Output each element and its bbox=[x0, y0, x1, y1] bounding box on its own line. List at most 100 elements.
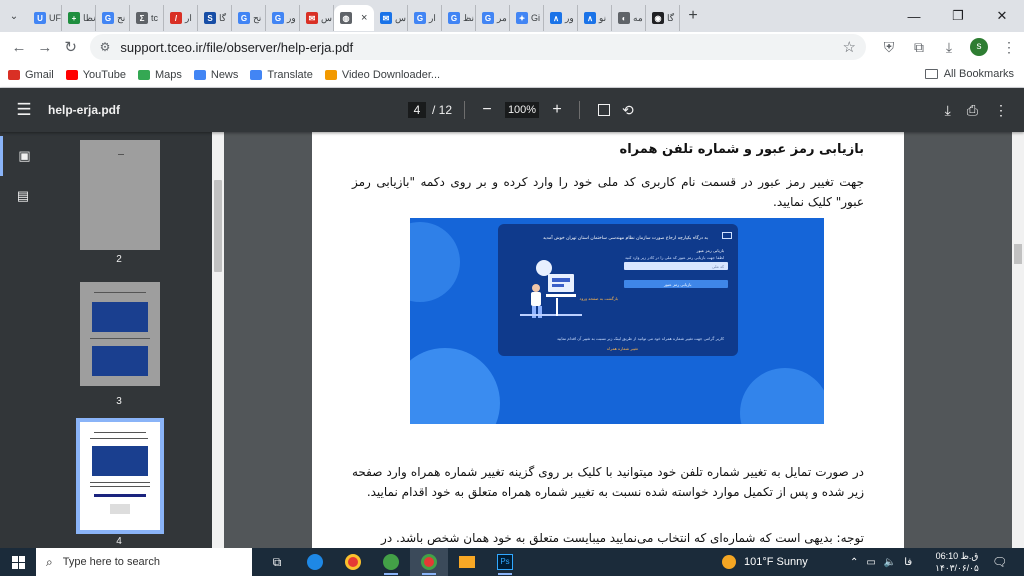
document-scrollbar-thumb[interactable] bbox=[1014, 244, 1022, 264]
task-view-icon[interactable]: ⧉ bbox=[258, 548, 296, 576]
file-explorer-icon[interactable] bbox=[448, 548, 486, 576]
browser-tab[interactable]: G ور bbox=[266, 5, 300, 31]
bookmark-item[interactable]: Gmail bbox=[8, 69, 54, 81]
browser-tab[interactable]: G نح bbox=[232, 5, 266, 31]
browser-tab[interactable]: G نح bbox=[96, 5, 130, 31]
paragraph-note: توجه: بدیهی است که شماره‌ای که انتخاب می… bbox=[381, 531, 864, 545]
weather-widget[interactable]: 101°F Sunny bbox=[722, 555, 808, 569]
browser-tab[interactable]: Σtc bbox=[130, 5, 164, 31]
all-bookmarks-button[interactable]: All Bookmarks bbox=[924, 68, 1014, 80]
bookmark-item[interactable]: News bbox=[193, 69, 238, 81]
browser-tab[interactable]: ◉ گا bbox=[646, 5, 680, 31]
extensions-puzzle-icon[interactable]: ⧉ bbox=[904, 39, 934, 56]
reload-icon[interactable]: ↻ bbox=[58, 34, 84, 60]
bookmark-item[interactable]: Translate bbox=[250, 69, 313, 81]
bookmark-item[interactable]: YouTube bbox=[65, 69, 126, 81]
forward-arrow-icon[interactable]: → bbox=[32, 34, 58, 60]
thumbnails-view-icon[interactable]: ▣ bbox=[0, 136, 46, 176]
clock-date: ۱۴۰۳/۰۶/۰۵ bbox=[935, 563, 979, 573]
browser-tab[interactable]: ◐ مه bbox=[612, 5, 646, 31]
minimize-icon[interactable]: — bbox=[892, 0, 936, 32]
shield-extension-icon[interactable]: ⛨ bbox=[874, 39, 904, 56]
thumbnail-page-2[interactable] bbox=[80, 140, 160, 250]
thumbnail-scrollbar[interactable] bbox=[212, 132, 224, 548]
bookmark-item[interactable]: Maps bbox=[137, 69, 182, 81]
pdf-more-icon[interactable]: ⋮ bbox=[994, 102, 1008, 119]
pdf-download-icon[interactable]: ⤓ bbox=[945, 102, 951, 119]
browser-tab[interactable]: ✉ س bbox=[374, 5, 408, 31]
zoom-out-icon[interactable]: − bbox=[477, 101, 497, 119]
address-bar[interactable]: ⚙ support.tceo.ir/file/observer/help-erj… bbox=[89, 34, 866, 60]
language-indicator[interactable]: فا bbox=[904, 557, 912, 568]
chrome-active-icon[interactable] bbox=[410, 548, 448, 576]
thumbnail-page-number: 2 bbox=[116, 254, 122, 265]
close-window-icon[interactable]: ✕ bbox=[980, 0, 1024, 32]
bookmark-item[interactable]: Video Downloader... bbox=[324, 69, 440, 81]
bookmark-favicon-icon bbox=[193, 69, 206, 80]
volume-icon[interactable]: 🔈 bbox=[884, 557, 896, 568]
decor-bubble bbox=[410, 222, 460, 302]
search-placeholder: Type here to search bbox=[62, 556, 160, 568]
close-tab-icon[interactable]: × bbox=[361, 12, 367, 24]
thumbnail-text-line bbox=[90, 486, 150, 487]
page-number-input[interactable]: 4 bbox=[408, 102, 426, 118]
tab-search-chevron-icon[interactable]: ⌄ bbox=[0, 2, 28, 30]
edge-icon[interactable] bbox=[296, 548, 334, 576]
taskbar-search[interactable]: ⌕ Type here to search bbox=[36, 548, 252, 576]
tab-favicon-icon: G bbox=[102, 12, 114, 24]
document-scrollbar[interactable] bbox=[1012, 132, 1024, 548]
browser-tab[interactable]: + نظا bbox=[62, 5, 96, 31]
start-button[interactable] bbox=[0, 548, 36, 576]
rotate-icon[interactable]: ⟲ bbox=[622, 102, 634, 119]
thumbnail-page-4[interactable] bbox=[76, 418, 164, 534]
clock-time: ق.ظ 06:10 bbox=[935, 551, 979, 561]
tab-favicon-icon: ✉ bbox=[306, 12, 318, 24]
download-icon[interactable]: ⤓ bbox=[934, 39, 964, 56]
zoom-level-input[interactable]: 100% bbox=[505, 102, 540, 118]
browser-tab[interactable]: ✦ Gi bbox=[510, 5, 544, 31]
active-tab[interactable]: ◍ × bbox=[334, 5, 374, 31]
decor-bubble bbox=[410, 348, 500, 424]
thumbnail-image bbox=[92, 302, 148, 332]
profile-avatar[interactable]: s bbox=[970, 38, 988, 56]
pdf-filename: help-erja.pdf bbox=[48, 103, 121, 117]
new-tab-button[interactable]: + bbox=[680, 7, 706, 25]
bookmark-favicon-icon bbox=[8, 69, 20, 80]
back-arrow-icon[interactable]: ← bbox=[6, 34, 32, 60]
thumbnail-page-3[interactable] bbox=[80, 282, 160, 386]
tab-favicon-icon: S bbox=[204, 12, 216, 24]
browser-tab[interactable]: ✉ س bbox=[300, 5, 334, 31]
browser-tab[interactable]: G نظ bbox=[442, 5, 476, 31]
print-icon[interactable]: ⎙ bbox=[967, 102, 978, 119]
tab-title: س bbox=[321, 12, 332, 23]
browser-tab[interactable]: G مر bbox=[476, 5, 510, 31]
fit-page-icon[interactable] bbox=[598, 104, 611, 116]
restore-icon[interactable]: ❐ bbox=[936, 0, 980, 32]
url-text[interactable]: support.tceo.ir/file/observer/help-erja.… bbox=[120, 40, 842, 55]
photoshop-icon[interactable]: Ps bbox=[486, 548, 524, 576]
notification-icon[interactable]: 🗨 bbox=[992, 555, 1007, 569]
browser-menu-icon[interactable]: ⋮ bbox=[994, 39, 1024, 56]
network-icon[interactable]: ▭ bbox=[866, 557, 875, 568]
bookmark-star-icon[interactable]: ☆ bbox=[843, 38, 856, 56]
browser-tab[interactable]: G ار bbox=[408, 5, 442, 31]
browser-tab[interactable]: ∧ نو bbox=[578, 5, 612, 31]
outline-view-icon[interactable]: ▤ bbox=[0, 176, 46, 216]
chrome-icon[interactable] bbox=[334, 548, 372, 576]
tab-title: ور bbox=[565, 12, 574, 23]
browser-tab[interactable]: S گا bbox=[198, 5, 232, 31]
zoom-in-icon[interactable]: + bbox=[547, 101, 567, 119]
browser-tab[interactable]: / ار bbox=[164, 5, 198, 31]
chrome-profile-icon[interactable] bbox=[372, 548, 410, 576]
tab-title: نح bbox=[117, 12, 126, 23]
browser-tab[interactable]: U UF bbox=[28, 5, 62, 31]
thumbnail-scrollbar-thumb[interactable] bbox=[214, 180, 222, 272]
clock[interactable]: ق.ظ 06:10 ۱۴۰۳/۰۶/۰۵ bbox=[932, 550, 982, 574]
tray-chevron-icon[interactable]: ⌃ bbox=[850, 557, 858, 568]
tab-title: Gi bbox=[531, 13, 540, 23]
sidebar-menu-icon[interactable]: ☰ bbox=[0, 100, 48, 120]
illustration-person-at-desk bbox=[520, 260, 582, 318]
browser-tab[interactable]: ∧ ور bbox=[544, 5, 578, 31]
thumbnail-form bbox=[110, 504, 130, 514]
site-info-icon[interactable]: ⚙ bbox=[100, 40, 111, 54]
